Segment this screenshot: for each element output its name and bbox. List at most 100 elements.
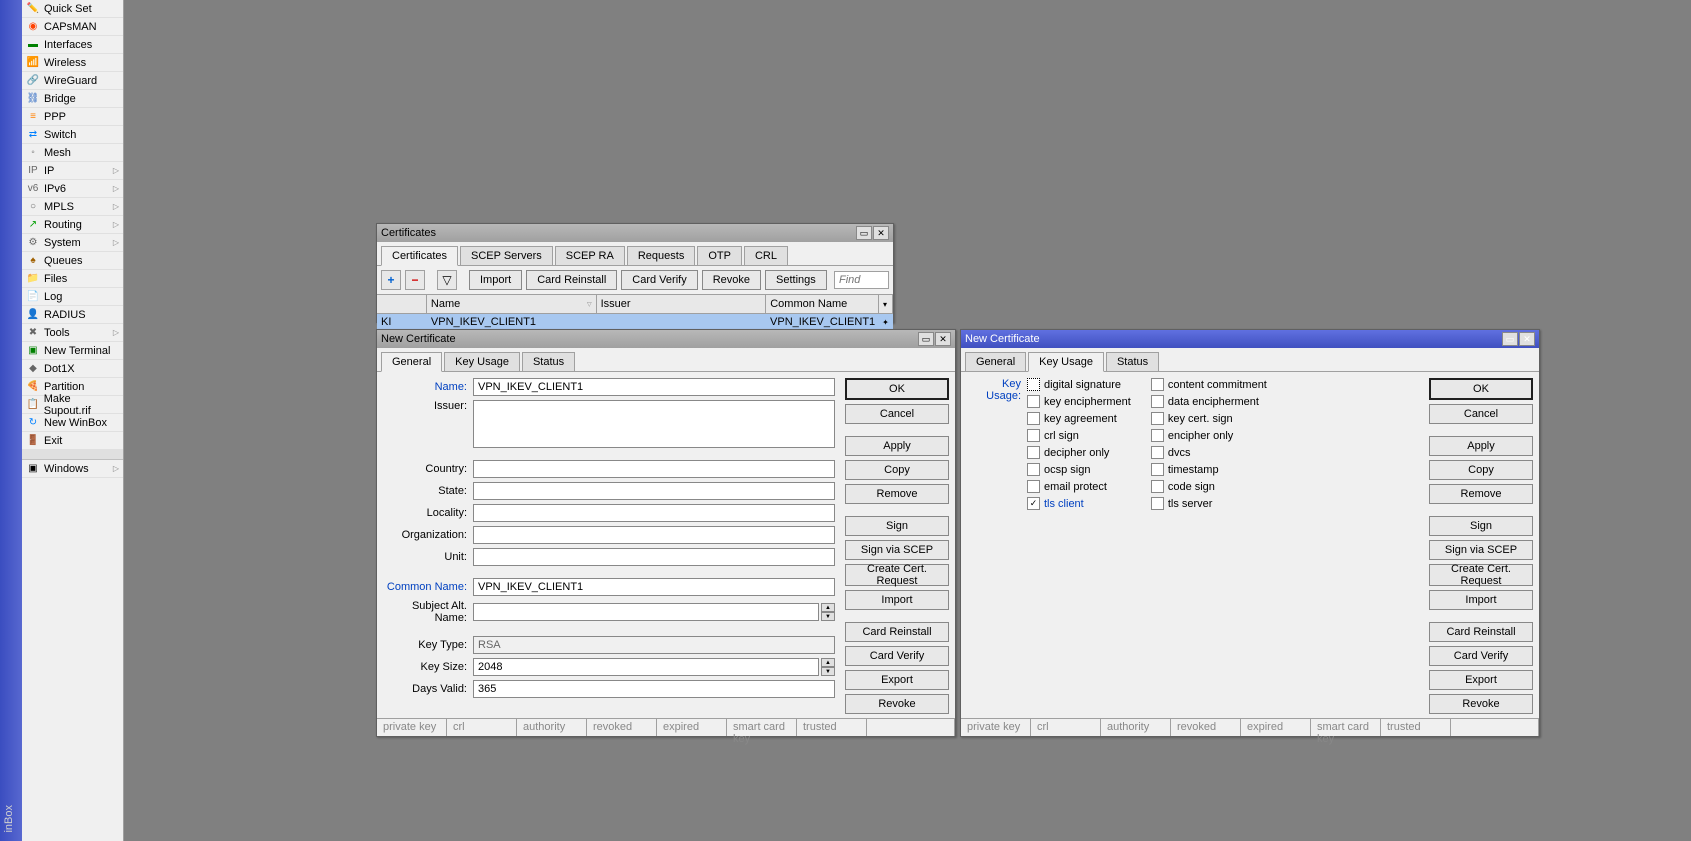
remove-button[interactable]: Remove: [1429, 484, 1533, 504]
sidebar-item-dot1x[interactable]: ◆Dot1X: [22, 360, 123, 378]
keyusage-key-agreement[interactable]: key agreement: [1027, 412, 1131, 425]
new-cert-titlebar[interactable]: New Certificate ▭ ✕: [961, 330, 1539, 348]
sidebar-item-wireguard[interactable]: 🔗WireGuard: [22, 72, 123, 90]
sidebar-item-log[interactable]: 📄Log: [22, 288, 123, 306]
column-menu-button[interactable]: ▾: [879, 295, 893, 313]
copy-button[interactable]: Copy: [845, 460, 949, 480]
keyusage-decipher-only[interactable]: decipher only: [1027, 446, 1131, 459]
create-cert-request-button[interactable]: Create Cert. Request: [845, 564, 949, 586]
state-input[interactable]: [473, 482, 835, 500]
close-button[interactable]: ✕: [935, 332, 951, 346]
card-reinstall-button[interactable]: Card Reinstall: [1429, 622, 1533, 642]
sidebar-item-mpls[interactable]: ○MPLS▷: [22, 198, 123, 216]
tab-requests[interactable]: Requests: [627, 246, 695, 265]
revoke-button[interactable]: Revoke: [845, 694, 949, 714]
card-reinstall-button[interactable]: Card Reinstall: [526, 270, 617, 290]
import-button[interactable]: Import: [845, 590, 949, 610]
san-input[interactable]: [473, 603, 819, 621]
column-header[interactable]: Issuer: [597, 295, 767, 313]
export-button[interactable]: Export: [845, 670, 949, 690]
keyusage-tls-client[interactable]: ✓tls client: [1027, 497, 1131, 510]
card-reinstall-button[interactable]: Card Reinstall: [845, 622, 949, 642]
keyusage-key-encipherment[interactable]: key encipherment: [1027, 395, 1131, 408]
sidebar-item-ip[interactable]: IPIP▷: [22, 162, 123, 180]
keyusage-email-protect[interactable]: email protect: [1027, 480, 1131, 493]
remove-button[interactable]: −: [405, 270, 425, 290]
sidebar-item-windows[interactable]: ▣ Windows ▷: [22, 460, 123, 478]
keysize-up-button[interactable]: ▲: [821, 658, 835, 667]
keyusage-data-encipherment[interactable]: data encipherment: [1151, 395, 1267, 408]
keyusage-tls-server[interactable]: tls server: [1151, 497, 1267, 510]
create-cert-request-button[interactable]: Create Cert. Request: [1429, 564, 1533, 586]
sidebar-item-bridge[interactable]: ⛓Bridge: [22, 90, 123, 108]
tab-scep-ra[interactable]: SCEP RA: [555, 246, 625, 265]
copy-button[interactable]: Copy: [1429, 460, 1533, 480]
tab-crl[interactable]: CRL: [744, 246, 788, 265]
card-verify-button[interactable]: Card Verify: [1429, 646, 1533, 666]
sidebar-item-files[interactable]: 📁Files: [22, 270, 123, 288]
column-header[interactable]: [377, 295, 427, 313]
close-button[interactable]: ✕: [1519, 332, 1535, 346]
keysize-input[interactable]: [473, 658, 819, 676]
sidebar-item-interfaces[interactable]: ▬Interfaces: [22, 36, 123, 54]
keyusage-timestamp[interactable]: timestamp: [1151, 463, 1267, 476]
tab-general[interactable]: General: [965, 352, 1026, 371]
certificates-titlebar[interactable]: Certificates ▭ ✕: [377, 224, 893, 242]
sidebar-item-new-terminal[interactable]: ▣New Terminal: [22, 342, 123, 360]
sidebar-item-quick-set[interactable]: ✏️Quick Set: [22, 0, 123, 18]
close-button[interactable]: ✕: [873, 226, 889, 240]
sidebar-item-mesh[interactable]: ◦Mesh: [22, 144, 123, 162]
common-name-input[interactable]: [473, 578, 835, 596]
keyusage-key-cert-sign[interactable]: key cert. sign: [1151, 412, 1267, 425]
tab-key-usage[interactable]: Key Usage: [1028, 352, 1104, 372]
ok-button[interactable]: OK: [1429, 378, 1533, 400]
keysize-down-button[interactable]: ▼: [821, 667, 835, 676]
keyusage-dvcs[interactable]: dvcs: [1151, 446, 1267, 459]
san-up-button[interactable]: ▲: [821, 603, 835, 612]
country-input[interactable]: [473, 460, 835, 478]
import-button[interactable]: Import: [469, 270, 522, 290]
add-button[interactable]: +: [381, 270, 401, 290]
settings-button[interactable]: Settings: [765, 270, 827, 290]
tab-general[interactable]: General: [381, 352, 442, 372]
apply-button[interactable]: Apply: [845, 436, 949, 456]
import-button[interactable]: Import: [1429, 590, 1533, 610]
keyusage-content-commitment[interactable]: content commitment: [1151, 378, 1267, 391]
new-cert-titlebar[interactable]: New Certificate ▭ ✕: [377, 330, 955, 348]
sidebar-item-exit[interactable]: 🚪Exit: [22, 432, 123, 450]
tab-status[interactable]: Status: [1106, 352, 1159, 371]
tab-otp[interactable]: OTP: [697, 246, 742, 265]
sidebar-item-ipv6[interactable]: v6IPv6▷: [22, 180, 123, 198]
keyusage-encipher-only[interactable]: encipher only: [1151, 429, 1267, 442]
locality-input[interactable]: [473, 504, 835, 522]
row-menu-button[interactable]: ✦: [879, 314, 893, 330]
card-verify-button[interactable]: Card Verify: [621, 270, 697, 290]
organization-input[interactable]: [473, 526, 835, 544]
sidebar-item-wireless[interactable]: 📶Wireless: [22, 54, 123, 72]
sidebar-item-make-supout-rif[interactable]: 📋Make Supout.rif: [22, 396, 123, 414]
remove-button[interactable]: Remove: [845, 484, 949, 504]
sidebar-item-ppp[interactable]: ≡PPP: [22, 108, 123, 126]
apply-button[interactable]: Apply: [1429, 436, 1533, 456]
sidebar-item-switch[interactable]: ⇄Switch: [22, 126, 123, 144]
column-header[interactable]: Common Name: [766, 295, 879, 313]
revoke-button[interactable]: Revoke: [702, 270, 761, 290]
san-down-button[interactable]: ▼: [821, 612, 835, 621]
sidebar-item-tools[interactable]: ✖Tools▷: [22, 324, 123, 342]
sidebar-item-capsman[interactable]: ◉CAPsMAN: [22, 18, 123, 36]
sign-button[interactable]: Sign: [1429, 516, 1533, 536]
find-input[interactable]: [834, 271, 889, 289]
minimize-button[interactable]: ▭: [1502, 332, 1518, 346]
ok-button[interactable]: OK: [845, 378, 949, 400]
tab-key-usage[interactable]: Key Usage: [444, 352, 520, 371]
export-button[interactable]: Export: [1429, 670, 1533, 690]
sidebar-item-new-winbox[interactable]: ↻New WinBox: [22, 414, 123, 432]
keyusage-crl-sign[interactable]: crl sign: [1027, 429, 1131, 442]
keyusage-ocsp-sign[interactable]: ocsp sign: [1027, 463, 1131, 476]
cancel-button[interactable]: Cancel: [845, 404, 949, 424]
column-header[interactable]: Name▽: [427, 295, 597, 313]
filter-button[interactable]: ▽: [437, 270, 457, 290]
keyusage-code-sign[interactable]: code sign: [1151, 480, 1267, 493]
table-row[interactable]: KIVPN_IKEV_CLIENT1VPN_IKEV_CLIENT1✦: [377, 314, 893, 330]
cancel-button[interactable]: Cancel: [1429, 404, 1533, 424]
